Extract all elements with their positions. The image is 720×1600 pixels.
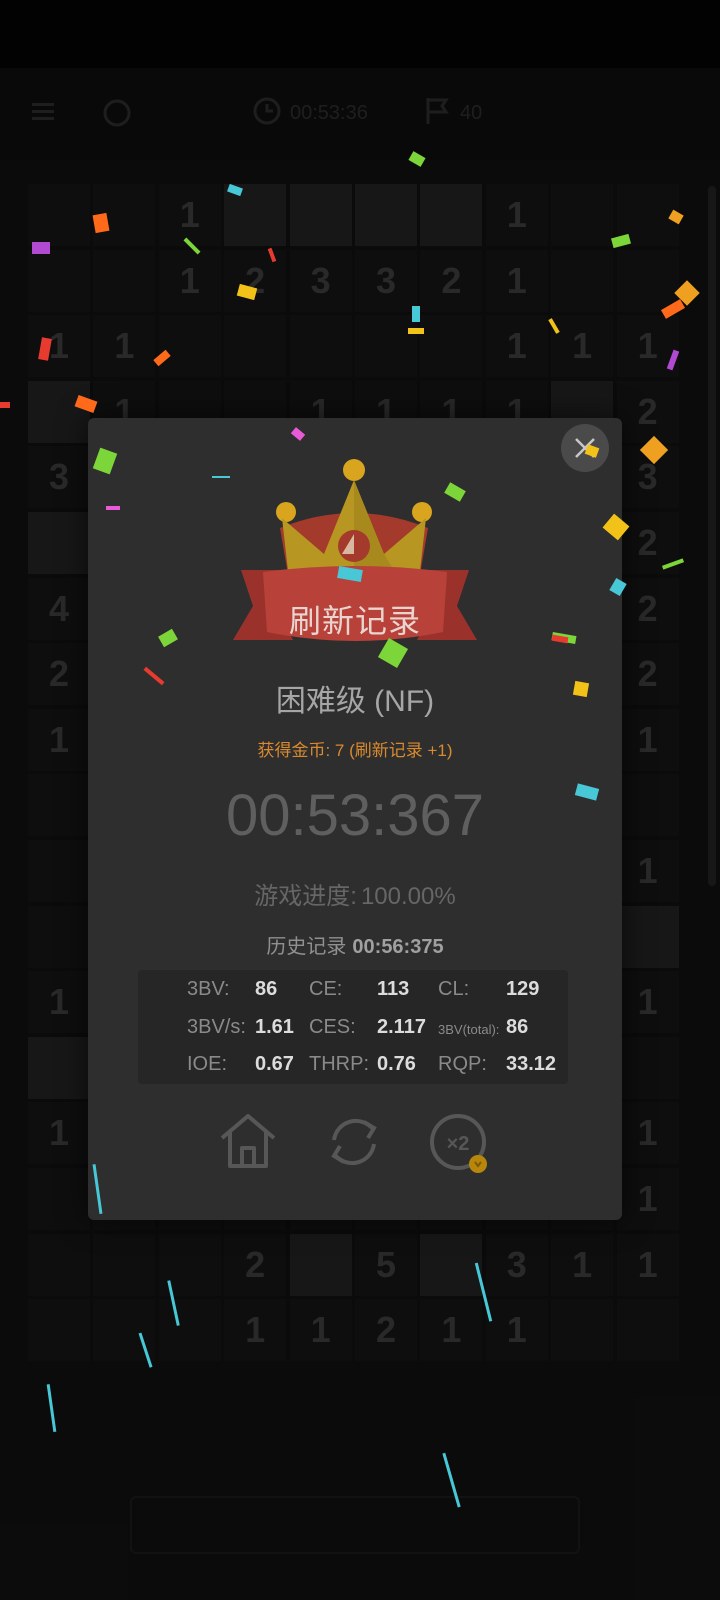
stat-ces-label: CES:	[309, 1016, 356, 1038]
stat-3bv-label: 3BV:	[187, 978, 230, 1000]
double-label: ×2	[447, 1133, 470, 1155]
stats-panel: 3BV: 86 CE: 113 CL: 129 3BV/s: 1.61 CES:…	[138, 970, 568, 1084]
stat-ces-value: 2.117	[377, 1016, 426, 1038]
stat-3bv-value: 86	[255, 978, 278, 1000]
history-value: 00:56:375	[352, 936, 444, 958]
stat-rqp-value: 33.12	[506, 1053, 557, 1075]
progress-label: 游戏进度:	[254, 883, 357, 910]
close-icon	[575, 438, 595, 458]
stat-ioe-label: IOE:	[187, 1053, 228, 1075]
stat-cl-label: CL:	[438, 978, 470, 1000]
stat-ce-label: CE:	[309, 978, 343, 1000]
coins-earned: 获得金币: 7 (刷新记录 +1)	[257, 741, 453, 760]
stat-ce-value: 113	[377, 978, 410, 1000]
history-record: 历史记录 00:56:375	[88, 930, 622, 959]
close-button[interactable]	[561, 424, 609, 472]
home-button[interactable]	[216, 1108, 280, 1172]
stat-ioe-value: 0.67	[255, 1053, 294, 1075]
double-coins-button[interactable]: ×2	[426, 1110, 490, 1174]
stat-3bvtotal-label: 3BV(total):	[438, 1022, 500, 1037]
result-dialog: 刷新记录 困难级 (NF) 获得金币: 7 (刷新记录 +1) 00:53:36…	[88, 418, 622, 1220]
record-banner-text: 刷新记录	[288, 603, 421, 639]
restart-button[interactable]	[322, 1110, 386, 1174]
progress-value: 100.00%	[360, 883, 456, 910]
stat-3bvs-value: 1.61	[255, 1016, 294, 1038]
stat-thrp-value: 0.76	[377, 1053, 416, 1075]
game-progress: 游戏进度: 100.00%	[88, 876, 622, 911]
home-icon	[220, 1114, 276, 1168]
restart-icon	[331, 1118, 377, 1166]
difficulty-label: 困难级 (NF)	[275, 685, 435, 718]
history-label: 历史记录	[266, 936, 347, 958]
stat-thrp-label: THRP:	[309, 1053, 369, 1075]
stat-3bvs-label: 3BV/s:	[187, 1016, 246, 1038]
stat-3bvtotal-value: 86	[506, 1016, 529, 1038]
stat-rqp-label: RQP:	[438, 1053, 487, 1075]
double-coins-icon: ×2	[430, 1114, 487, 1173]
finish-time: 00:53:367	[225, 783, 485, 848]
stat-cl-value: 129	[506, 978, 540, 1000]
